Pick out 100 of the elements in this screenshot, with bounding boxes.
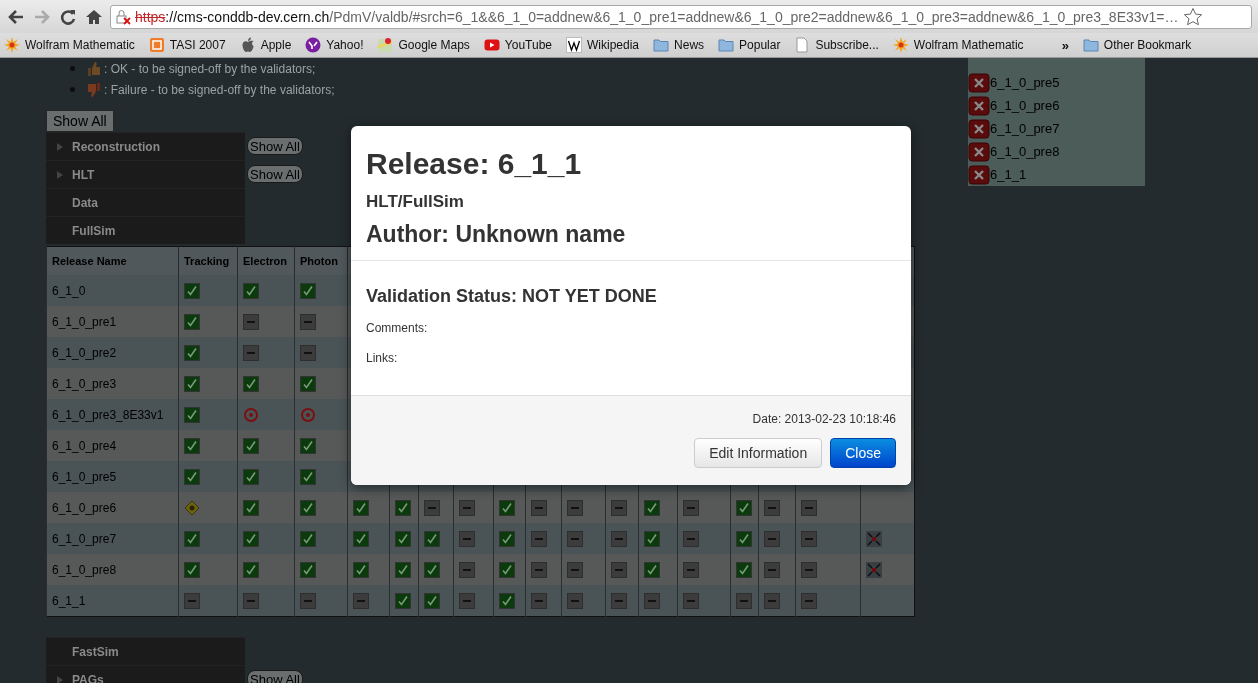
release-name-cell: 6_1_0_pre8 bbox=[46, 554, 179, 585]
bullet-icon bbox=[70, 87, 75, 92]
arrows-icon bbox=[866, 561, 882, 578]
check-icon bbox=[243, 499, 259, 516]
target-icon bbox=[300, 406, 316, 423]
check-icon bbox=[499, 530, 515, 547]
folder-icon bbox=[1082, 37, 1099, 53]
dash-icon bbox=[611, 499, 627, 516]
release-name-cell: 6_1_0_pre1 bbox=[46, 306, 179, 337]
dash-icon bbox=[764, 530, 780, 547]
dash-icon bbox=[801, 530, 817, 547]
legend-text: : Failure - to be signed-off by the validators; bbox=[104, 82, 335, 97]
author-text: Author: Unknown name bbox=[366, 220, 627, 248]
check-icon bbox=[395, 499, 411, 516]
menu-item[interactable]: PAGs bbox=[46, 665, 245, 683]
menu-item[interactable]: Data bbox=[46, 188, 245, 216]
dash-icon bbox=[243, 344, 259, 361]
dash-icon bbox=[424, 499, 440, 516]
check-icon bbox=[736, 561, 752, 578]
grid-icon bbox=[148, 37, 165, 53]
dash-icon bbox=[764, 499, 780, 516]
bookmark[interactable]: Wolfram Mathematic bbox=[4, 37, 135, 53]
dash-icon bbox=[353, 592, 369, 609]
show-all-button[interactable]: Show All bbox=[247, 670, 303, 683]
bookmark[interactable]: YouTube bbox=[483, 37, 552, 53]
thumbs-up-icon bbox=[86, 60, 102, 77]
check-icon bbox=[243, 468, 259, 485]
release-name-cell: 6_1_0_pre4 bbox=[46, 430, 179, 461]
menu-item[interactable]: HLT bbox=[46, 160, 245, 188]
check-icon bbox=[243, 561, 259, 578]
caret-icon bbox=[57, 675, 63, 683]
links-label: Links: bbox=[366, 350, 399, 367]
dash-icon bbox=[459, 499, 475, 516]
check-icon bbox=[300, 282, 316, 299]
close-button[interactable]: Close bbox=[830, 438, 896, 468]
menu-item[interactable]: FullSim bbox=[46, 216, 245, 244]
bookmark[interactable]: Wolfram Mathematic bbox=[892, 37, 1024, 53]
remove-icon[interactable] bbox=[968, 72, 990, 93]
show-all-button[interactable]: Show All bbox=[247, 165, 303, 183]
dash-icon bbox=[567, 530, 583, 547]
menu-item[interactable]: Reconstruction bbox=[46, 132, 245, 160]
edit-button[interactable]: Edit Information bbox=[694, 438, 823, 468]
show-all-button[interactable]: Show All bbox=[247, 137, 303, 155]
bookmark[interactable]: Google Maps bbox=[377, 37, 470, 53]
release-name-cell: 6_1_0_pre3_8E33v1 bbox=[46, 399, 179, 430]
bookmark[interactable]: TASI 2007 bbox=[148, 37, 226, 53]
check-icon bbox=[184, 530, 200, 547]
release-label: 6_1_0_pre7 bbox=[990, 121, 1060, 136]
bookmark-folder[interactable]: Other Bookmark bbox=[1082, 37, 1192, 53]
remove-icon[interactable] bbox=[968, 164, 990, 185]
release-label: 6_1_0_pre8 bbox=[990, 144, 1060, 159]
bookmark[interactable]: News bbox=[653, 37, 705, 53]
starburst-icon bbox=[892, 37, 909, 53]
dash-icon bbox=[611, 530, 627, 547]
star-icon[interactable] bbox=[1182, 6, 1203, 27]
dash-icon bbox=[683, 592, 699, 609]
show-all-button[interactable]: Show All bbox=[46, 110, 114, 132]
bookmark[interactable]: Apple bbox=[239, 37, 292, 53]
dash-icon bbox=[300, 344, 316, 361]
remove-icon[interactable] bbox=[968, 118, 990, 139]
dash-icon bbox=[801, 499, 817, 516]
dash-icon bbox=[683, 499, 699, 516]
bookmark[interactable]: Popular bbox=[718, 37, 781, 53]
page-icon bbox=[794, 37, 811, 53]
check-icon bbox=[300, 468, 316, 485]
dash-icon bbox=[300, 313, 316, 330]
bookmark[interactable]: Yahoo! bbox=[305, 37, 364, 53]
caret-icon bbox=[57, 170, 63, 179]
check-icon bbox=[184, 406, 200, 423]
remove-icon[interactable] bbox=[968, 95, 990, 116]
remove-icon[interactable] bbox=[968, 141, 990, 162]
release-name-cell: 6_1_0 bbox=[46, 275, 179, 306]
bookmark[interactable]: Subscribe... bbox=[794, 37, 879, 53]
play-icon bbox=[483, 37, 500, 53]
check-icon bbox=[424, 592, 440, 609]
check-icon bbox=[184, 437, 200, 454]
check-icon bbox=[353, 561, 369, 578]
check-icon bbox=[736, 499, 752, 516]
dash-icon bbox=[531, 561, 547, 578]
target-icon bbox=[243, 406, 259, 423]
check-icon bbox=[243, 282, 259, 299]
address-bar[interactable]: https://cms-conddb-dev.cern.ch/PdmV/valdb/#srch=6_1&&6_1_0=addnew&6_1_0_pre1=addnew&6_1_0_pre2=addnew&6_1_0_pre3=addnew&6_1_0_pre3_8E33v1=… bbox=[110, 4, 1252, 29]
check-icon bbox=[184, 375, 200, 392]
dash-icon bbox=[801, 592, 817, 609]
bookmark[interactable]: Wikipedia bbox=[566, 37, 640, 53]
dash-icon bbox=[531, 499, 547, 516]
dash-icon bbox=[300, 592, 316, 609]
check-icon bbox=[243, 530, 259, 547]
check-icon bbox=[424, 561, 440, 578]
check-icon bbox=[499, 499, 515, 516]
overflow-chevron[interactable]: » bbox=[1061, 37, 1069, 53]
check-icon bbox=[300, 375, 316, 392]
release-name-cell: 6_1_1 bbox=[46, 585, 179, 617]
check-icon bbox=[243, 375, 259, 392]
map-icon bbox=[377, 37, 394, 53]
dash-icon bbox=[459, 561, 475, 578]
menu-item[interactable]: FastSim bbox=[46, 637, 245, 665]
caret-icon bbox=[57, 142, 63, 151]
category-text: HLT/FullSim bbox=[366, 192, 465, 212]
dash-icon bbox=[531, 592, 547, 609]
